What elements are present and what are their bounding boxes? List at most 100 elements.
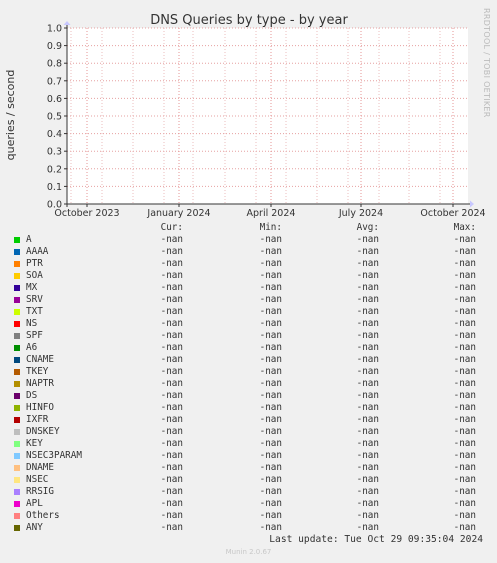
legend-avg: -nan [356, 354, 379, 365]
legend-max: -nan [453, 402, 476, 413]
legend-name: APL [26, 498, 43, 509]
legend-name: TKEY [26, 366, 49, 377]
legend-avg: -nan [356, 510, 379, 521]
legend-min: -nan [259, 510, 282, 521]
legend-name: RRSIG [26, 486, 54, 497]
legend-min: -nan [259, 486, 282, 497]
legend-swatch [14, 417, 20, 423]
legend-swatch [14, 273, 20, 279]
legend-avg: -nan [356, 498, 379, 509]
legend-row: KEY -nan -nan -nan -nan [0, 438, 497, 450]
legend-min: -nan [259, 366, 282, 377]
legend-row: AAAA -nan -nan -nan -nan [0, 246, 497, 258]
legend-max: -nan [453, 450, 476, 461]
last-update: Last update: Tue Oct 29 09:35:04 2024 [269, 534, 483, 545]
legend-cur: -nan [160, 498, 183, 509]
legend-min: -nan [259, 282, 282, 293]
legend-cur: -nan [160, 258, 183, 269]
x-tick-label: April 2024 [247, 208, 296, 219]
legend-row: CNAME -nan -nan -nan -nan [0, 354, 497, 366]
legend-row: Others -nan -nan -nan -nan [0, 510, 497, 522]
legend-max: -nan [453, 474, 476, 485]
legend-row: TKEY -nan -nan -nan -nan [0, 366, 497, 378]
legend-avg: -nan [356, 522, 379, 533]
legend-cur: -nan [160, 414, 183, 425]
legend-swatch [14, 465, 20, 471]
legend-name: NSEC [26, 474, 49, 485]
chart: DNS Queries by type - by year queries / … [4, 8, 491, 219]
legend-name: NAPTR [26, 378, 54, 389]
legend-row: SRV -nan -nan -nan -nan [0, 294, 497, 306]
legend-avg: -nan [356, 414, 379, 425]
legend-row: ANY -nan -nan -nan -nan [0, 522, 497, 534]
x-axis-arrow [470, 200, 474, 208]
legend-avg: -nan [356, 258, 379, 269]
legend-min: -nan [259, 342, 282, 353]
legend-max: -nan [453, 438, 476, 449]
x-tick-label: January 2024 [146, 208, 210, 219]
legend-min: -nan [259, 378, 282, 389]
y-tick-label: 0.6 [47, 94, 62, 105]
legend-swatch [14, 513, 20, 519]
legend-min: -nan [259, 270, 282, 281]
legend-avg: -nan [356, 294, 379, 305]
legend-min: -nan [259, 234, 282, 245]
legend-cur: -nan [160, 270, 183, 281]
legend-swatch [14, 321, 20, 327]
legend-max: -nan [453, 318, 476, 329]
y-tick-label: 0.5 [47, 112, 62, 123]
header-avg: Avg: [356, 222, 379, 233]
legend-swatch [14, 369, 20, 375]
legend-cur: -nan [160, 390, 183, 401]
header-max: Max: [453, 222, 476, 233]
legend-table: Cur: Min: Avg: Max: A -nan -nan -nan -nan AAA… [0, 222, 497, 534]
legend-row: TXT -nan -nan -nan -nan [0, 306, 497, 318]
legend-name: NSEC3PARAM [26, 450, 82, 461]
legend-max: -nan [453, 306, 476, 317]
legend-min: -nan [259, 474, 282, 485]
legend-cur: -nan [160, 282, 183, 293]
legend-max: -nan [453, 414, 476, 425]
x-tick-label: October 2024 [420, 208, 485, 219]
legend-row: MX -nan -nan -nan -nan [0, 282, 497, 294]
legend-row: RRSIG -nan -nan -nan -nan [0, 486, 497, 498]
legend-avg: -nan [356, 474, 379, 485]
y-tick-label: 0.3 [47, 147, 62, 158]
legend-avg: -nan [356, 390, 379, 401]
legend-min: -nan [259, 354, 282, 365]
legend-name: SPF [26, 330, 43, 341]
legend-name: CNAME [26, 354, 54, 365]
legend-name: KEY [26, 438, 43, 449]
legend-name: HINFO [26, 402, 54, 413]
legend-cur: -nan [160, 354, 183, 365]
legend-avg: -nan [356, 402, 379, 413]
legend-max: -nan [453, 486, 476, 497]
legend-name: PTR [26, 258, 43, 269]
legend-cur: -nan [160, 450, 183, 461]
legend-max: -nan [453, 342, 476, 353]
chart-title: DNS Queries by type - by year [150, 13, 348, 28]
legend-row: HINFO -nan -nan -nan -nan [0, 402, 497, 414]
legend-cur: -nan [160, 294, 183, 305]
legend-cur: -nan [160, 474, 183, 485]
legend-row: A -nan -nan -nan -nan [0, 234, 497, 246]
y-axis-label: queries / second [4, 70, 17, 161]
legend-cur: -nan [160, 522, 183, 533]
legend-row: NSEC -nan -nan -nan -nan [0, 474, 497, 486]
legend-min: -nan [259, 414, 282, 425]
x-tick-label: July 2024 [338, 208, 383, 219]
legend-avg: -nan [356, 270, 379, 281]
legend-swatch [14, 261, 20, 267]
legend-row: NS -nan -nan -nan -nan [0, 318, 497, 330]
legend-max: -nan [453, 258, 476, 269]
legend-cur: -nan [160, 366, 183, 377]
legend-cur: -nan [160, 510, 183, 521]
legend-cur: -nan [160, 246, 183, 257]
legend-swatch [14, 249, 20, 255]
legend-cur: -nan [160, 330, 183, 341]
legend-avg: -nan [356, 342, 379, 353]
y-axis-arrow [63, 21, 71, 25]
legend-row: APL -nan -nan -nan -nan [0, 498, 497, 510]
legend-swatch [14, 429, 20, 435]
legend-avg: -nan [356, 486, 379, 497]
